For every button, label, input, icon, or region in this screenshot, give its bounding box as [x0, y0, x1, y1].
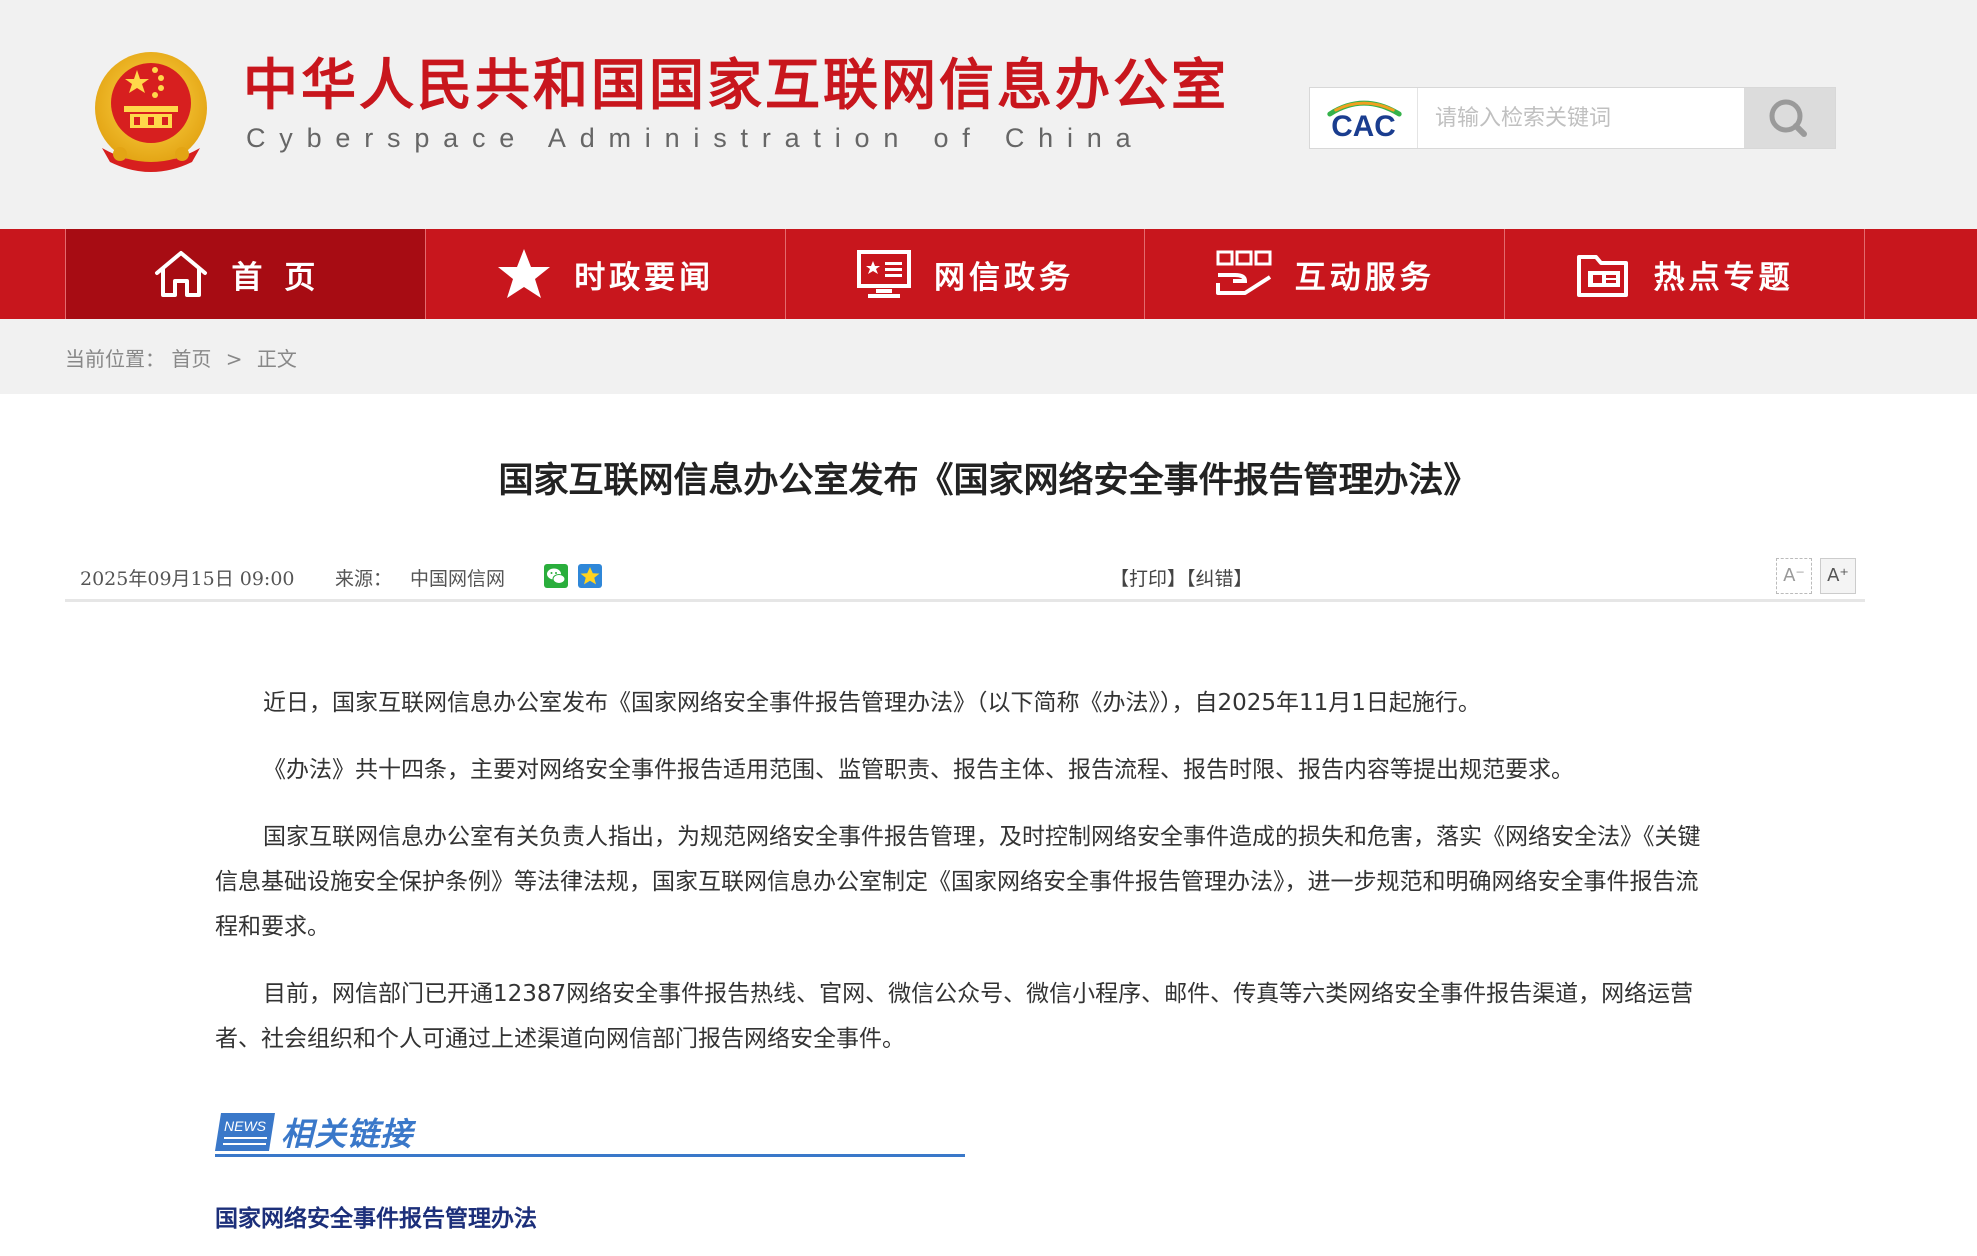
print-button[interactable]: 【打印】 — [1110, 568, 1186, 590]
site-header: 中华人民共和国国家互联网信息办公室 Cyberspace Administrat… — [0, 0, 1977, 229]
article-tools: 【打印】【纠错】 — [1110, 564, 1253, 591]
search-button[interactable] — [1744, 88, 1835, 148]
article-paragraph: 国家互联网信息办公室有关负责人指出，为规范网络安全事件报告管理，及时控制网络安全… — [215, 824, 1701, 940]
cac-logo-icon: CAC — [1327, 88, 1418, 148]
site-title: 中华人民共和国国家互联网信息办公室 — [243, 53, 1230, 117]
nav-item-label: 热点专题 — [1653, 259, 1794, 296]
star-icon — [498, 249, 551, 298]
service-icon — [1215, 250, 1272, 295]
breadcrumb-separator: > — [225, 347, 243, 371]
nav-item-government[interactable]: 网信政务 — [786, 229, 1146, 319]
nav-item-label: 网信政务 — [933, 259, 1074, 296]
nav-item-label: 互动服务 — [1294, 259, 1435, 296]
article-meta: 2025年09月15日 09:00 来源： 中国网信网 【打印】【纠错】 A⁻ … — [65, 550, 1865, 602]
nav-item-news[interactable]: 时政要闻 — [426, 229, 786, 319]
nav-item-home[interactable]: 首页 — [66, 229, 426, 319]
search-box: CAC — [1309, 87, 1836, 149]
source-label: 来源： — [335, 568, 393, 590]
nav-item-label: 首页 — [231, 259, 338, 296]
wechat-share-icon[interactable] — [544, 564, 568, 588]
breadcrumb-bar: 当前位置： 首页 > 正文 — [0, 319, 1977, 394]
home-icon — [155, 251, 208, 297]
breadcrumb-current: 正文 — [256, 347, 297, 371]
main-nav: 首页 时政要闻 网信政务 互动服务 热点专题 — [0, 229, 1977, 319]
article-paragraph: 近日，国家互联网信息办公室发布《国家网络安全事件报告管理办法》（以下简称《办法》… — [263, 690, 1481, 716]
article-body: 近日，国家互联网信息办公室发布《国家网络安全事件报告管理办法》（以下简称《办法》… — [215, 681, 1720, 1084]
monitor-icon — [856, 250, 911, 298]
nav-item-label: 时政要闻 — [574, 259, 715, 296]
national-emblem-icon — [95, 52, 207, 172]
breadcrumb: 当前位置： 首页 > 正文 — [65, 343, 297, 372]
publish-date: 2025年09月15日 09:00 — [80, 568, 295, 590]
cac-logo-text: CAC — [1331, 110, 1395, 143]
related-link[interactable]: 国家网络安全事件报告管理办法 — [215, 1199, 537, 1233]
source-name: 中国网信网 — [410, 568, 506, 590]
news-badge-text: NEWS — [224, 1118, 267, 1134]
site-subtitle: Cyberspace Administration of China — [246, 123, 1145, 153]
font-decrease-button[interactable]: A⁻ — [1776, 558, 1812, 594]
related-links-header: NEWS 相关链接 — [215, 1107, 965, 1157]
related-links-title: 相关链接 — [281, 1115, 414, 1153]
search-icon — [1769, 99, 1807, 137]
breadcrumb-label: 当前位置： — [65, 347, 165, 371]
folder-icon — [1576, 255, 1628, 297]
news-badge-icon: NEWS — [215, 1113, 275, 1151]
font-increase-button[interactable]: A⁺ — [1820, 558, 1856, 594]
qzone-share-icon[interactable] — [578, 564, 602, 588]
article-title: 国家互联网信息办公室发布《国家网络安全事件报告管理办法》 — [498, 461, 1479, 501]
breadcrumb-home-link[interactable]: 首页 — [171, 347, 211, 371]
search-input[interactable] — [1419, 88, 1744, 148]
article-paragraph: 《办法》共十四条，主要对网络安全事件报告适用范围、监管职责、报告主体、报告流程、… — [263, 757, 1574, 783]
nav-item-topics[interactable]: 热点专题 — [1505, 229, 1865, 319]
correct-button[interactable]: 【纠错】 — [1186, 568, 1253, 590]
nav-item-service[interactable]: 互动服务 — [1145, 229, 1506, 319]
article-paragraph: 目前，网信部门已开通12387网络安全事件报告热线、官网、微信公众号、微信小程序… — [215, 981, 1694, 1052]
